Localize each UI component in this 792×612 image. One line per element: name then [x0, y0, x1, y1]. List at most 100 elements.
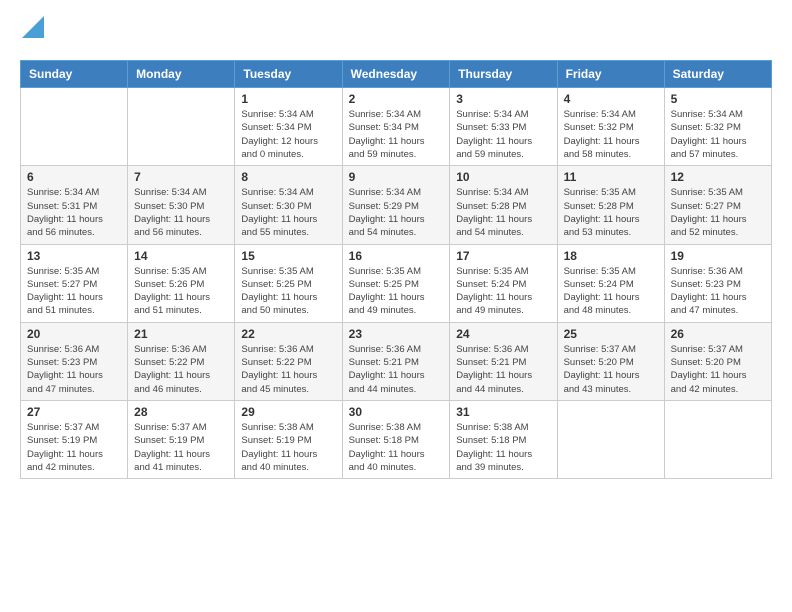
day-number: 28	[134, 405, 228, 419]
cell-content: Sunrise: 5:34 AM Sunset: 5:34 PM Dayligh…	[241, 108, 335, 161]
day-number: 23	[349, 327, 444, 341]
day-number: 9	[349, 170, 444, 184]
calendar-cell: 1 Sunrise: 5:34 AM Sunset: 5:34 PM Daylig…	[235, 88, 342, 166]
cell-content: Sunrise: 5:34 AM Sunset: 5:28 PM Dayligh…	[456, 186, 550, 239]
calendar-cell: 2Sunrise: 5:34 AM Sunset: 5:34 PM Daylig…	[342, 88, 450, 166]
cell-content: Sunrise: 5:36 AM Sunset: 5:22 PM Dayligh…	[134, 343, 228, 396]
cell-content: Sunrise: 5:35 AM Sunset: 5:27 PM Dayligh…	[27, 265, 121, 318]
calendar-cell: 26 Sunrise: 5:37 AM Sunset: 5:20 PM Dayli…	[664, 322, 771, 400]
day-number: 21	[134, 327, 228, 341]
week-row-5: 27 Sunrise: 5:37 AM Sunset: 5:19 PM Dayli…	[21, 400, 772, 478]
day-number: 13	[27, 249, 121, 263]
calendar-cell: 10Sunrise: 5:34 AM Sunset: 5:28 PM Dayli…	[450, 166, 557, 244]
calendar-cell: 9 Sunrise: 5:34 AM Sunset: 5:29 PM Daylig…	[342, 166, 450, 244]
header-cell-monday: Monday	[128, 61, 235, 88]
calendar-cell: 14 Sunrise: 5:35 AM Sunset: 5:26 PM Dayli…	[128, 244, 235, 322]
calendar-cell: 6Sunrise: 5:34 AM Sunset: 5:31 PM Daylig…	[21, 166, 128, 244]
cell-content: Sunrise: 5:35 AM Sunset: 5:26 PM Dayligh…	[134, 265, 228, 318]
calendar-cell: 11 Sunrise: 5:35 AM Sunset: 5:28 PM Dayli…	[557, 166, 664, 244]
day-number: 1	[241, 92, 335, 106]
calendar-cell	[664, 400, 771, 478]
day-number: 5	[671, 92, 765, 106]
calendar-cell: 7Sunrise: 5:34 AM Sunset: 5:30 PM Daylig…	[128, 166, 235, 244]
header-cell-wednesday: Wednesday	[342, 61, 450, 88]
week-row-3: 13 Sunrise: 5:35 AM Sunset: 5:27 PM Dayli…	[21, 244, 772, 322]
cell-content: Sunrise: 5:37 AM Sunset: 5:19 PM Dayligh…	[27, 421, 121, 474]
cell-content: Sunrise: 5:34 AM Sunset: 5:33 PM Dayligh…	[456, 108, 550, 161]
calendar-cell: 19 Sunrise: 5:36 AM Sunset: 5:23 PM Dayli…	[664, 244, 771, 322]
cell-content: Sunrise: 5:35 AM Sunset: 5:25 PM Dayligh…	[349, 265, 444, 318]
day-number: 16	[349, 249, 444, 263]
page-header	[20, 20, 772, 44]
cell-content: Sunrise: 5:38 AM Sunset: 5:18 PM Dayligh…	[349, 421, 444, 474]
day-number: 18	[564, 249, 658, 263]
calendar-cell	[21, 88, 128, 166]
calendar-cell: 30 Sunrise: 5:38 AM Sunset: 5:18 PM Dayli…	[342, 400, 450, 478]
day-number: 30	[349, 405, 444, 419]
day-number: 11	[564, 170, 658, 184]
day-number: 25	[564, 327, 658, 341]
calendar-cell: 18 Sunrise: 5:35 AM Sunset: 5:24 PM Dayli…	[557, 244, 664, 322]
day-number: 2	[349, 92, 444, 106]
day-number: 27	[27, 405, 121, 419]
week-row-4: 20 Sunrise: 5:36 AM Sunset: 5:23 PM Dayli…	[21, 322, 772, 400]
calendar-cell: 12 Sunrise: 5:35 AM Sunset: 5:27 PM Dayli…	[664, 166, 771, 244]
day-number: 22	[241, 327, 335, 341]
calendar-cell: 24 Sunrise: 5:36 AM Sunset: 5:21 PM Dayli…	[450, 322, 557, 400]
cell-content: Sunrise: 5:36 AM Sunset: 5:21 PM Dayligh…	[456, 343, 550, 396]
day-number: 14	[134, 249, 228, 263]
day-number: 24	[456, 327, 550, 341]
logo	[20, 20, 44, 44]
day-number: 31	[456, 405, 550, 419]
header-cell-thursday: Thursday	[450, 61, 557, 88]
cell-content: Sunrise: 5:35 AM Sunset: 5:24 PM Dayligh…	[456, 265, 550, 318]
calendar-cell: 21 Sunrise: 5:36 AM Sunset: 5:22 PM Dayli…	[128, 322, 235, 400]
cell-content: Sunrise: 5:36 AM Sunset: 5:23 PM Dayligh…	[27, 343, 121, 396]
cell-content: Sunrise: 5:34 AM Sunset: 5:29 PM Dayligh…	[349, 186, 444, 239]
logo-icon	[22, 16, 44, 38]
calendar-cell: 25 Sunrise: 5:37 AM Sunset: 5:20 PM Dayli…	[557, 322, 664, 400]
cell-content: Sunrise: 5:37 AM Sunset: 5:20 PM Dayligh…	[671, 343, 765, 396]
calendar-cell: 5 Sunrise: 5:34 AM Sunset: 5:32 PM Daylig…	[664, 88, 771, 166]
day-number: 8	[241, 170, 335, 184]
calendar-cell	[557, 400, 664, 478]
calendar-cell: 17 Sunrise: 5:35 AM Sunset: 5:24 PM Dayli…	[450, 244, 557, 322]
calendar-cell: 20 Sunrise: 5:36 AM Sunset: 5:23 PM Dayli…	[21, 322, 128, 400]
calendar-cell	[128, 88, 235, 166]
day-number: 26	[671, 327, 765, 341]
cell-content: Sunrise: 5:35 AM Sunset: 5:27 PM Dayligh…	[671, 186, 765, 239]
day-number: 4	[564, 92, 658, 106]
header-cell-sunday: Sunday	[21, 61, 128, 88]
cell-content: Sunrise: 5:36 AM Sunset: 5:21 PM Dayligh…	[349, 343, 444, 396]
day-number: 3	[456, 92, 550, 106]
day-number: 15	[241, 249, 335, 263]
cell-content: Sunrise: 5:35 AM Sunset: 5:24 PM Dayligh…	[564, 265, 658, 318]
calendar-cell: 8 Sunrise: 5:34 AM Sunset: 5:30 PM Daylig…	[235, 166, 342, 244]
calendar-cell: 3 Sunrise: 5:34 AM Sunset: 5:33 PM Daylig…	[450, 88, 557, 166]
calendar-cell: 16 Sunrise: 5:35 AM Sunset: 5:25 PM Dayli…	[342, 244, 450, 322]
cell-content: Sunrise: 5:34 AM Sunset: 5:32 PM Dayligh…	[671, 108, 765, 161]
calendar-cell: 28 Sunrise: 5:37 AM Sunset: 5:19 PM Dayli…	[128, 400, 235, 478]
calendar-cell: 27 Sunrise: 5:37 AM Sunset: 5:19 PM Dayli…	[21, 400, 128, 478]
cell-content: Sunrise: 5:38 AM Sunset: 5:18 PM Dayligh…	[456, 421, 550, 474]
day-number: 12	[671, 170, 765, 184]
cell-content: Sunrise: 5:34 AM Sunset: 5:30 PM Dayligh…	[241, 186, 335, 239]
cell-content: Sunrise: 5:37 AM Sunset: 5:20 PM Dayligh…	[564, 343, 658, 396]
day-number: 20	[27, 327, 121, 341]
calendar-cell: 15Sunrise: 5:35 AM Sunset: 5:25 PM Dayli…	[235, 244, 342, 322]
header-row: SundayMondayTuesdayWednesdayThursdayFrid…	[21, 61, 772, 88]
cell-content: Sunrise: 5:38 AM Sunset: 5:19 PM Dayligh…	[241, 421, 335, 474]
cell-content: Sunrise: 5:36 AM Sunset: 5:23 PM Dayligh…	[671, 265, 765, 318]
calendar-cell: 31 Sunrise: 5:38 AM Sunset: 5:18 PM Dayli…	[450, 400, 557, 478]
calendar-cell: 23 Sunrise: 5:36 AM Sunset: 5:21 PM Dayli…	[342, 322, 450, 400]
cell-content: Sunrise: 5:37 AM Sunset: 5:19 PM Dayligh…	[134, 421, 228, 474]
day-number: 7	[134, 170, 228, 184]
calendar-cell: 22Sunrise: 5:36 AM Sunset: 5:22 PM Dayli…	[235, 322, 342, 400]
day-number: 17	[456, 249, 550, 263]
calendar-cell: 13 Sunrise: 5:35 AM Sunset: 5:27 PM Dayli…	[21, 244, 128, 322]
cell-content: Sunrise: 5:35 AM Sunset: 5:28 PM Dayligh…	[564, 186, 658, 239]
calendar-cell: 4Sunrise: 5:34 AM Sunset: 5:32 PM Daylig…	[557, 88, 664, 166]
calendar-table: SundayMondayTuesdayWednesdayThursdayFrid…	[20, 60, 772, 479]
day-number: 29	[241, 405, 335, 419]
day-number: 19	[671, 249, 765, 263]
